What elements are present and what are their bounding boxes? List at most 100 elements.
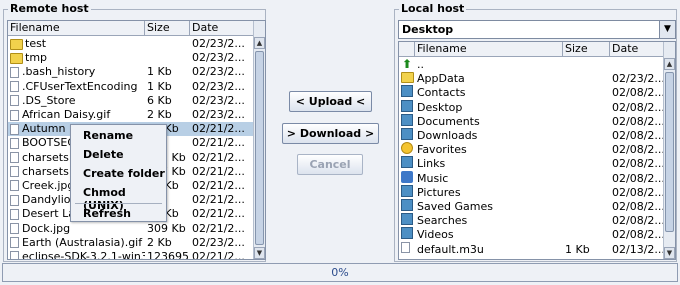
local-row[interactable]: Videos 02/08/2...	[399, 227, 664, 242]
date-cell: 02/23/2...	[192, 108, 245, 122]
filename-cell: tmp	[25, 51, 48, 65]
column-header-size[interactable]: Size	[563, 42, 610, 56]
date-cell: 02/08/2...	[612, 157, 664, 171]
menu-item-delete[interactable]: Delete	[83, 148, 124, 161]
scroll-thumb[interactable]	[665, 72, 674, 232]
remote-row[interactable]: test 02/23/2...	[8, 37, 254, 51]
context-menu: Rename Delete Create folder Chmod (UNIX)…	[70, 124, 167, 222]
download-button[interactable]: > Download >	[282, 123, 379, 144]
filename-cell: test	[25, 37, 47, 51]
file-icon	[10, 208, 19, 220]
column-header-filename[interactable]: Filename	[8, 21, 145, 35]
local-row[interactable]: Contacts 02/08/2...	[399, 85, 664, 100]
file-icon	[10, 95, 19, 107]
local-row[interactable]: AppData 02/23/2...	[399, 71, 664, 86]
local-row[interactable]: Desktop 02/08/2...	[399, 99, 664, 115]
column-header-filename[interactable]: Filename	[415, 42, 563, 56]
local-row[interactable]: Downloads 02/08/2...	[399, 128, 664, 143]
local-row[interactable]: Links 02/08/2...	[399, 156, 664, 171]
filename-cell: Pictures	[417, 185, 461, 199]
column-header-date[interactable]: Date	[610, 42, 664, 56]
remote-row[interactable]: Earth (Australasia).gif 2 Kb 02/23/2...	[8, 236, 254, 250]
date-cell: 02/23/2...	[192, 37, 245, 51]
column-header-size[interactable]: Size	[145, 21, 190, 35]
remote-row[interactable]: Dock.jpg 309 Kb 02/21/2...	[8, 221, 254, 235]
filename-cell: Earth (Australasia).gif	[22, 235, 143, 249]
size-cell: 1 Kb	[147, 65, 172, 79]
size-cell: 1 Kb	[565, 242, 590, 256]
size-cell: 309 Kb	[147, 221, 186, 235]
date-cell: 02/08/2...	[612, 100, 664, 114]
filename-cell: Music	[417, 171, 449, 185]
local-file-list[interactable]: Filename Size Date ⬆.. AppData 02/23/2... C…	[398, 41, 676, 260]
filename-cell: Links	[417, 157, 446, 171]
remote-row[interactable]: .CFUserTextEncoding 1 Kb 02/23/2...	[8, 80, 254, 94]
scroll-down-arrow-icon[interactable]: ▼	[664, 247, 675, 259]
date-cell: 02/08/2...	[612, 114, 664, 128]
filename-cell: Creek.jpg	[22, 178, 75, 192]
filename-cell: Videos	[417, 228, 454, 242]
downloads-icon	[401, 128, 413, 141]
favorites-icon	[401, 142, 413, 155]
date-cell: 02/21/2...	[192, 221, 245, 235]
local-row[interactable]: Favorites 02/08/2...	[399, 142, 664, 157]
menu-item-refresh[interactable]: Refresh	[83, 207, 131, 220]
local-row[interactable]: ⬆..	[399, 58, 664, 72]
menu-item-create-folder[interactable]: Create folder	[83, 167, 165, 180]
local-location-dropdown[interactable]: Desktop ▼	[398, 20, 676, 39]
local-row[interactable]: Searches 02/08/2...	[399, 213, 664, 228]
column-header-icon	[399, 42, 415, 56]
date-cell: 02/21/2...	[192, 207, 245, 221]
local-row[interactable]: default.m3u 1 Kb 02/13/2...	[399, 242, 664, 256]
file-icon	[10, 194, 19, 206]
scroll-down-arrow-icon[interactable]: ▼	[254, 247, 265, 259]
documents-icon	[401, 113, 413, 126]
remote-scrollbar[interactable]: ▲ ▼	[253, 21, 265, 259]
menu-item-rename[interactable]: Rename	[83, 129, 133, 142]
column-header-date[interactable]: Date	[190, 21, 254, 35]
remote-row[interactable]: .bash_history 1 Kb 02/23/2...	[8, 65, 254, 79]
date-cell: 02/08/2...	[612, 199, 664, 213]
upload-button[interactable]: < Upload <	[289, 91, 372, 112]
size-cell: 123695...	[147, 249, 190, 260]
remote-host-title: Remote host	[8, 2, 91, 15]
size-cell: 2 Kb	[147, 108, 172, 122]
filename-cell: .CFUserTextEncoding	[22, 79, 138, 93]
date-cell: 02/08/2...	[612, 228, 664, 242]
local-location-value: Desktop	[402, 23, 454, 36]
chevron-down-icon[interactable]: ▼	[659, 21, 675, 38]
date-cell: 02/23/2...	[192, 79, 245, 93]
remote-row[interactable]: eclipse-SDK-3.2.1-win32.zip123695...02/2…	[8, 249, 254, 260]
scroll-thumb[interactable]	[255, 51, 264, 245]
videos-icon	[401, 227, 413, 240]
scroll-up-arrow-icon[interactable]: ▲	[254, 37, 265, 49]
local-row[interactable]: Documents 02/08/2...	[399, 113, 664, 129]
file-icon	[10, 152, 19, 164]
remote-row[interactable]: tmp 02/23/2...	[8, 51, 254, 65]
folder-icon	[401, 71, 414, 83]
remote-row[interactable]: .DS_Store 6 Kb 02/23/2...	[8, 94, 254, 108]
links-icon	[401, 156, 413, 169]
local-row[interactable]: Pictures 02/08/2...	[399, 184, 664, 200]
date-cell: 02/21/2...	[192, 178, 245, 192]
scroll-up-arrow-icon[interactable]: ▲	[664, 58, 675, 70]
local-row[interactable]: Saved Games 02/08/2...	[399, 198, 664, 214]
local-scrollbar[interactable]: ▲ ▼	[663, 42, 675, 259]
date-cell: 02/21/2...	[192, 122, 245, 136]
local-host-title: Local host	[399, 2, 467, 15]
filename-cell: African Daisy.gif	[22, 108, 111, 122]
date-cell: 02/08/2...	[612, 86, 664, 100]
date-cell: 02/21/2...	[192, 193, 245, 207]
remote-row[interactable]: African Daisy.gif 2 Kb 02/23/2...	[8, 108, 254, 122]
date-cell: 02/13/2...	[612, 242, 664, 256]
cancel-button[interactable]: Cancel	[297, 154, 363, 175]
date-cell: 02/21/2...	[192, 164, 245, 178]
date-cell: 02/21/2...	[192, 150, 245, 164]
local-row[interactable]: Music 02/08/2...	[399, 170, 664, 186]
filename-cell: eclipse-SDK-3.2.1-win32.zip	[22, 249, 145, 260]
date-cell: 02/08/2...	[612, 143, 664, 157]
date-cell: 02/08/2...	[612, 129, 664, 143]
menu-separator	[75, 203, 162, 204]
pictures-icon	[401, 184, 413, 197]
date-cell: 02/08/2...	[612, 185, 664, 199]
